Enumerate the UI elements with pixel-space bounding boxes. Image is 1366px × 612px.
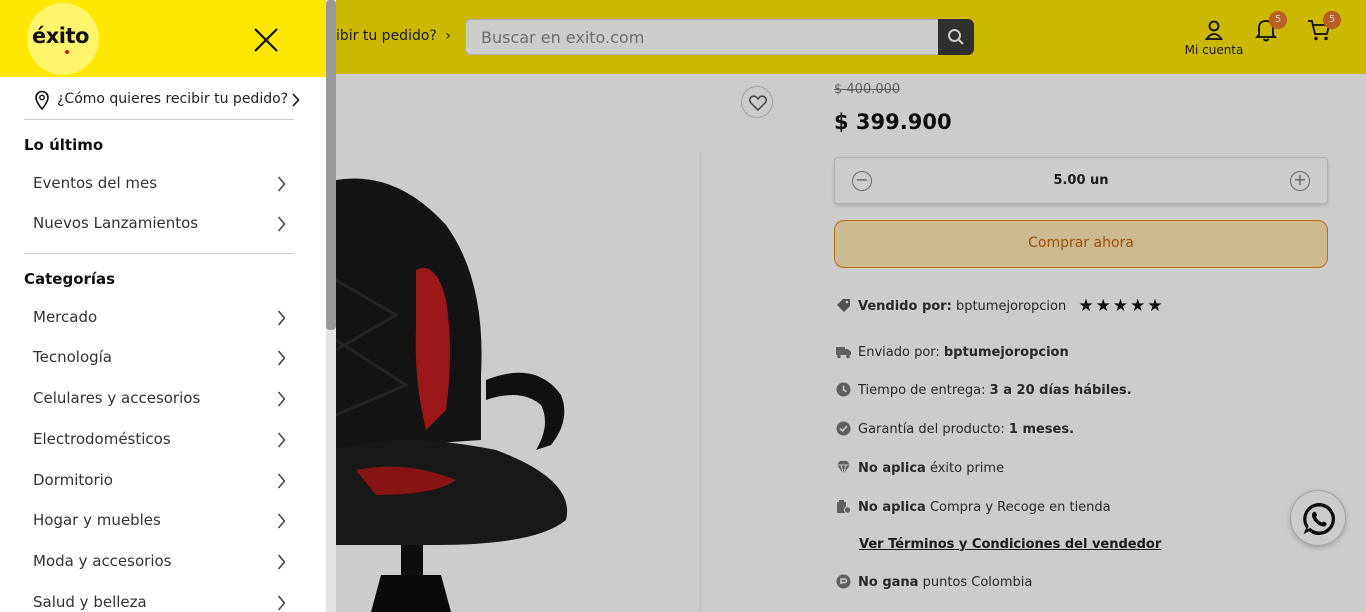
drawer-header: éxito [0, 0, 326, 77]
menu-item-label: Nuevos Lanzamientos [33, 214, 199, 232]
exito-logo[interactable]: éxito [27, 3, 99, 75]
chevron-right-icon [277, 473, 286, 489]
section-title-latest: Lo último [24, 136, 104, 154]
menu-item-label: Eventos del mes [33, 174, 158, 192]
menu-item-label: Tecnología [33, 348, 112, 366]
chevron-right-icon [277, 176, 286, 192]
delivery-method-selector[interactable]: ¿Cómo quieres recibir tu pedido? [34, 89, 300, 111]
menu-item-label: Electrodomésticos [33, 430, 171, 448]
drawer-scrollbar[interactable] [326, 0, 336, 612]
menu-item-moda[interactable]: Moda y accesorios [33, 547, 286, 577]
logo-accent-dot [65, 50, 69, 54]
chevron-right-icon [277, 554, 286, 570]
chevron-right-icon [277, 432, 286, 448]
delivery-question: ¿Cómo quieres recibir tu pedido? [57, 91, 289, 107]
chevron-right-icon [277, 513, 286, 529]
menu-item-tecnologia[interactable]: Tecnología [33, 343, 286, 373]
menu-item-celulares[interactable]: Celulares y accesorios [33, 384, 286, 414]
section-title-categories: Categorías [24, 270, 116, 288]
menu-item-label: Dormitorio [33, 471, 113, 489]
menu-item-hogar[interactable]: Hogar y muebles [33, 506, 286, 536]
close-icon[interactable] [251, 25, 281, 55]
menu-item-label: Salud y belleza [33, 593, 147, 611]
chevron-right-icon [277, 595, 286, 611]
menu-item-mercado[interactable]: Mercado [33, 303, 286, 333]
chevron-right-icon [277, 391, 286, 407]
chevron-right-icon [292, 93, 300, 107]
menu-item-label: Hogar y muebles [33, 511, 161, 529]
menu-item-label: Celulares y accesorios [33, 389, 201, 407]
chevron-right-icon [277, 310, 286, 326]
location-pin-icon [35, 90, 49, 110]
divider [24, 119, 294, 120]
menu-item-electrodomesticos[interactable]: Electrodomésticos [33, 425, 286, 455]
divider [24, 253, 294, 254]
menu-item-dormitorio[interactable]: Dormitorio [33, 466, 286, 496]
menu-item-salud[interactable]: Salud y belleza [33, 588, 286, 612]
scrollbar-thumb[interactable] [326, 0, 336, 330]
chevron-right-icon [277, 216, 286, 232]
menu-item-label: Mercado [33, 308, 98, 326]
side-menu-drawer: éxito ¿Cómo quieres recibir tu pedido? L… [0, 0, 336, 612]
logo-text: éxito [32, 24, 89, 48]
menu-item-events[interactable]: Eventos del mes [33, 169, 286, 199]
chevron-right-icon [277, 350, 286, 366]
menu-item-label: Moda y accesorios [33, 552, 172, 570]
menu-item-new-launches[interactable]: Nuevos Lanzamientos [33, 209, 286, 239]
